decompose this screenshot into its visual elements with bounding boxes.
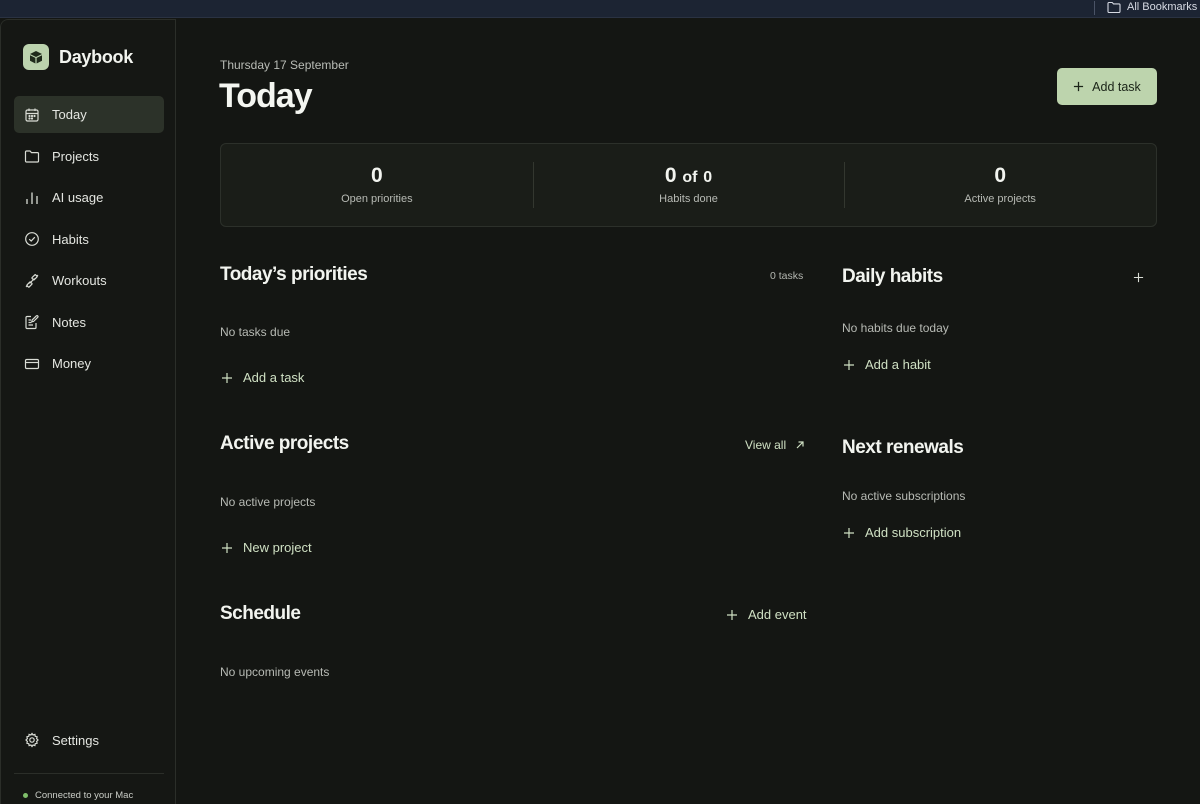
daybook-logo-icon [23, 44, 49, 70]
sidebar: Daybook Today Projects AI usage Habits W… [0, 19, 176, 804]
stats-panel: 0 Open priorities 0 of 0 Habits done 0 A… [220, 143, 1157, 227]
habits-done-count: 0 [664, 164, 677, 187]
add-event-button[interactable]: Add event [726, 607, 807, 622]
sidebar-item-money[interactable]: Money [14, 345, 164, 382]
sidebar-item-notes[interactable]: Notes [14, 304, 164, 341]
note-icon [25, 315, 39, 330]
plus-icon [844, 527, 854, 538]
habits-empty: No habits due today [842, 321, 949, 335]
all-bookmarks-button[interactable]: All Bookmarks [1107, 0, 1197, 14]
plus-icon [1074, 81, 1084, 92]
priorities-title: Today’s priorities [220, 264, 368, 285]
sidebar-item-ai-usage[interactable]: AI usage [14, 179, 164, 216]
sidebar-item-label: Money [52, 356, 92, 371]
sidebar-item-habits[interactable]: Habits [14, 221, 164, 258]
settings-label: Settings [52, 732, 99, 748]
folder-icon [1107, 1, 1121, 13]
current-date: Thursday 17 September [220, 58, 349, 72]
habits-of: of [682, 169, 698, 186]
schedule-empty: No upcoming events [220, 665, 330, 679]
main-content: Thursday 17 September Today Add task 0 O… [176, 19, 1200, 804]
new-project-button[interactable]: New project [221, 540, 312, 555]
add-habit-plus-icon[interactable] [1133, 272, 1144, 283]
add-a-habit-label: Add a habit [865, 357, 931, 372]
habits-title: Daily habits [842, 266, 943, 287]
add-a-task-button[interactable]: Add a task [221, 370, 304, 385]
plus-icon [727, 609, 737, 620]
connection-status-label: Connected to your Mac [35, 790, 134, 801]
arrow-up-right-icon [796, 441, 804, 449]
stat-label: Habits done [659, 193, 718, 205]
habits-total: 0 [703, 169, 713, 186]
stat-label: Active projects [964, 193, 1036, 205]
renewals-empty: No active subscriptions [842, 489, 966, 503]
add-subscription-label: Add subscription [865, 525, 962, 540]
stat-label: Open priorities [341, 193, 413, 205]
sidebar-item-label: Workouts [52, 273, 107, 288]
new-project-label: New project [243, 540, 312, 555]
credit-card-icon [24, 358, 40, 369]
sidebar-item-label: Notes [52, 314, 86, 330]
stat-habits-done: 0 of 0 Habits done [532, 144, 845, 226]
brand[interactable]: Daybook [23, 44, 133, 70]
add-a-habit-button[interactable]: Add a habit [843, 357, 931, 372]
calendar-icon [25, 108, 39, 122]
view-all-label: View all [745, 438, 787, 452]
page-title: Today [219, 77, 313, 115]
stat-value: 0 [994, 164, 1007, 187]
schedule-title: Schedule [220, 603, 301, 624]
add-task-label: Add task [1092, 79, 1141, 94]
status-dot-icon [23, 793, 28, 798]
sidebar-item-label: Projects [52, 148, 99, 164]
stat-active-projects: 0 Active projects [844, 144, 1156, 226]
view-all-projects-link[interactable]: View all [745, 438, 805, 452]
sidebar-nav: Today Projects AI usage Habits Workouts … [14, 96, 164, 387]
folder-icon [24, 150, 40, 163]
plus-icon [844, 359, 854, 370]
add-task-button[interactable]: Add task [1057, 68, 1157, 105]
sidebar-item-projects[interactable]: Projects [14, 138, 164, 175]
priorities-count: 0 tasks [770, 270, 804, 282]
bookmarks-divider [1094, 1, 1095, 15]
renewals-title: Next renewals [842, 437, 964, 458]
projects-empty: No active projects [220, 495, 316, 509]
add-a-task-label: Add a task [243, 370, 305, 385]
gear-icon [25, 732, 39, 748]
add-subscription-button[interactable]: Add subscription [843, 525, 961, 540]
app-name: Daybook [59, 46, 133, 67]
projects-title: Active projects [220, 433, 349, 454]
add-event-label: Add event [748, 607, 807, 622]
sidebar-divider [14, 773, 164, 774]
plus-icon [222, 542, 232, 553]
connection-status: Connected to your Mac [23, 790, 133, 801]
sidebar-item-label: Today [52, 107, 87, 122]
sidebar-item-workouts[interactable]: Workouts [14, 262, 164, 299]
bookmarks-bar: All Bookmarks [0, 0, 1200, 18]
dumbbell-icon [25, 273, 39, 288]
priorities-empty: No tasks due [220, 325, 291, 339]
sidebar-item-label: AI usage [52, 190, 104, 205]
app-window: Daybook Today Projects AI usage Habits W… [0, 19, 1200, 804]
bar-chart-icon [26, 192, 38, 204]
all-bookmarks-label: All Bookmarks [1127, 1, 1198, 13]
stat-value: 0 [370, 164, 383, 187]
plus-icon [222, 372, 232, 383]
sidebar-item-settings[interactable]: Settings [24, 732, 99, 748]
stat-value: 0 of 0 [533, 164, 845, 188]
check-circle-icon [25, 232, 39, 246]
sidebar-item-label: Habits [52, 231, 89, 247]
sidebar-item-today[interactable]: Today [14, 96, 164, 133]
stat-open-priorities: 0 Open priorities [221, 144, 533, 226]
